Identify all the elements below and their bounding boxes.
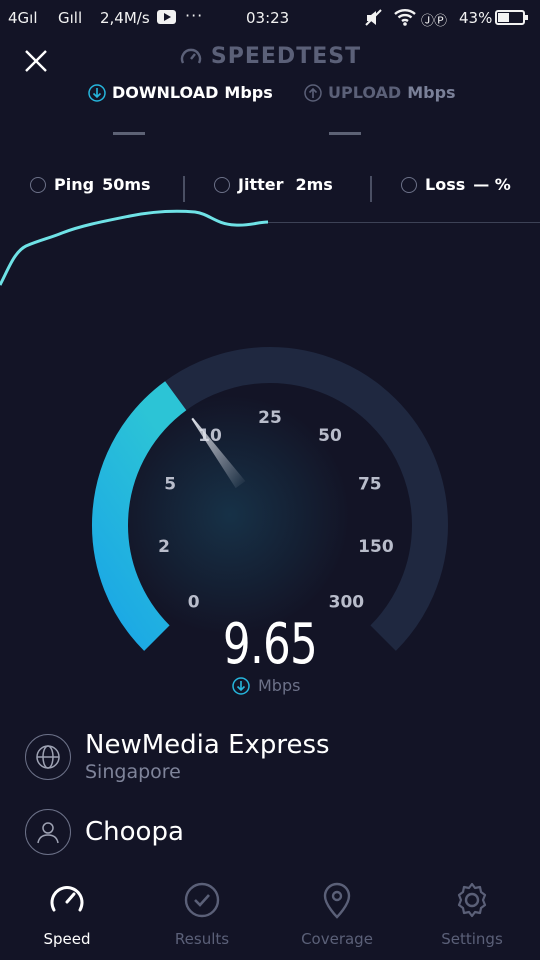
provider-row[interactable]: Choopa (25, 809, 184, 855)
globe-icon (25, 733, 71, 780)
gauge-tick-label: 25 (258, 408, 282, 428)
wifi-icon (394, 9, 416, 26)
tab-settings-label: Settings (441, 930, 503, 948)
gear-icon (457, 882, 487, 918)
speed-graph-line (0, 209, 269, 286)
tab-speed-label: Speed (43, 930, 91, 948)
mobile-signal-g: Gıll (58, 9, 83, 27)
stat-divider (370, 176, 372, 202)
server-location: Singapore (85, 761, 181, 783)
gauge-icon (50, 886, 84, 912)
battery-icon (495, 10, 528, 25)
youtube-icon (157, 10, 176, 24)
battery-percent: 43% (459, 9, 493, 27)
server-selector[interactable]: NewMedia Express Singapore (25, 730, 330, 783)
server-info: NewMedia Express Singapore (85, 730, 330, 783)
gauge-tick-label: 5 (164, 475, 176, 495)
tab-coverage[interactable]: Coverage (282, 880, 392, 948)
speed-graph (0, 209, 269, 286)
jitter-stat: Jitter 2ms (214, 175, 333, 194)
gauge-tick-label: 300 (329, 592, 365, 612)
upload-header: UPLOAD Mbps (304, 83, 456, 102)
speed-reading: 9.65 (222, 612, 318, 677)
tab-speed[interactable]: Speed (12, 880, 122, 948)
location-pin-icon (323, 882, 351, 919)
speed-reading-unit: Mbps (232, 676, 300, 695)
network-speed: 2,4M/s (100, 9, 150, 27)
stat-divider (183, 176, 185, 202)
upload-value-placeholder (329, 132, 361, 135)
gauge-tick-label: 50 (318, 426, 342, 446)
tab-settings[interactable]: Settings (417, 880, 527, 948)
loss-icon (401, 176, 417, 193)
loss-label: Loss (425, 175, 466, 194)
upload-unit: Mbps (407, 83, 456, 102)
speedtest-screen: 4Gıl Gıll 2,4M/s ··· 03:23 ⒿⓅ 43% SPEEDT… (0, 0, 540, 960)
bottom-tab-bar: Speed Results Coverage Settings (0, 880, 540, 960)
download-arrow-icon (88, 83, 106, 102)
user-icon (25, 809, 71, 855)
ping-stat: Ping 50ms (30, 175, 151, 194)
upload-arrow-icon (304, 83, 322, 102)
app-title: SPEEDTEST (179, 44, 361, 69)
speedometer-logo-icon (180, 48, 202, 64)
tab-results[interactable]: Results (147, 880, 257, 948)
loss-stat: Loss — % (401, 175, 511, 194)
loss-value: — % (473, 175, 511, 194)
latency-stats: Ping 50ms Jitter 2ms Loss — % (0, 175, 540, 203)
jitter-icon (214, 176, 230, 193)
download-value-placeholder (113, 132, 145, 135)
server-name: NewMedia Express (85, 730, 330, 760)
gauge-tick-label: 0 (188, 592, 200, 612)
upload-label: UPLOAD (328, 83, 402, 102)
download-arrow-icon (232, 676, 250, 695)
jitter-label: Jitter (238, 175, 284, 194)
check-circle-icon (184, 882, 220, 918)
speed-unit-label: Mbps (258, 676, 301, 695)
app-header: SPEEDTEST (0, 44, 540, 73)
ping-value: 50ms (102, 175, 151, 194)
status-bar: 4Gıl Gıll 2,4M/s ··· 03:23 ⒿⓅ 43% (0, 0, 540, 36)
status-time: 03:23 (246, 9, 290, 27)
download-label: DOWNLOAD (112, 83, 219, 102)
more-notifications-icon: ··· (185, 6, 204, 25)
app-title-text: SPEEDTEST (210, 44, 362, 69)
download-header: DOWNLOAD Mbps (88, 83, 273, 102)
mobile-signal-4g: 4Gıl (8, 9, 38, 27)
ping-label: Ping (54, 175, 95, 194)
provider-name: Choopa (85, 817, 184, 847)
tab-coverage-label: Coverage (301, 930, 373, 948)
tab-results-label: Results (174, 930, 230, 948)
jitter-value: 2ms (295, 175, 333, 194)
download-unit: Mbps (224, 83, 273, 102)
gauge-tick-label: 75 (358, 475, 382, 495)
vibrate-off-icon (365, 9, 382, 26)
ping-icon (30, 176, 46, 193)
app-notification-icons: ⒿⓅ (421, 14, 448, 29)
gauge-tick-label: 2 (158, 537, 170, 557)
gauge-tick-label: 150 (358, 537, 394, 557)
